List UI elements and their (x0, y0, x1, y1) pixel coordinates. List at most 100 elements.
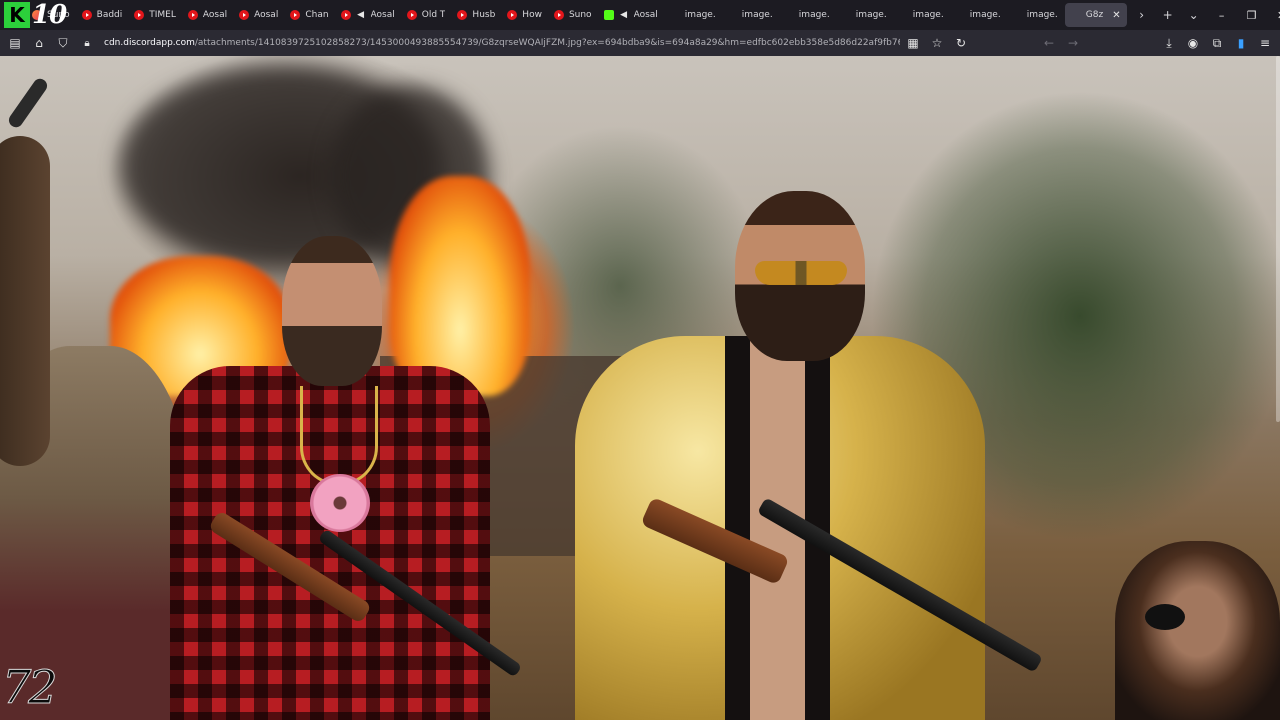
kick-icon (603, 10, 614, 20)
browser-tab[interactable]: Aosal (182, 0, 233, 30)
browser-tab[interactable]: image.png (1006, 0, 1063, 30)
rifle (6, 76, 50, 130)
browser-tab[interactable]: image.png (721, 0, 778, 30)
tab-title: image.png (798, 10, 829, 20)
reader-view-icon[interactable]: ▦ (902, 32, 924, 54)
url-path: /attachments/1410839725102858273/1453000… (194, 38, 900, 48)
tab-favicon-icon (1012, 10, 1022, 20)
tab-favicon-icon (1071, 10, 1081, 20)
tab-title: image.png (1026, 10, 1057, 20)
extensions-icon[interactable]: ⧉ (1206, 32, 1228, 54)
youtube-icon (457, 10, 468, 20)
browser-tab[interactable]: Baddi (76, 0, 129, 30)
sidebar-icon[interactable]: ▤ (4, 32, 26, 54)
tab-title: Suno (568, 10, 592, 20)
browser-tab[interactable]: image.png (778, 0, 835, 30)
browser-tab[interactable]: Aosal (233, 0, 284, 30)
browser-tab[interactable]: Chan (284, 0, 334, 30)
tab-title: Chan (305, 10, 329, 20)
tab-scroll-right-button[interactable]: › (1129, 0, 1155, 30)
browser-tab[interactable]: ◀ Aosal (598, 0, 664, 30)
account-icon[interactable]: ◉ (1182, 32, 1204, 54)
tab-title: image.png (969, 10, 1000, 20)
browser-tab[interactable]: image.png (949, 0, 1006, 30)
speaker-icon[interactable]: ◀ (619, 10, 629, 20)
aviator-sunglasses (755, 261, 847, 285)
tab-favicon-icon (784, 10, 794, 20)
tab-title: image.png (855, 10, 886, 20)
youtube-icon (290, 10, 301, 20)
tab-list: Suno Baddi TIMEL Aosal Aosal Chan ◀ Aosal Old T H… (26, 0, 1129, 30)
browser-tab[interactable]: image.png (892, 0, 949, 30)
tab-favicon-icon (670, 10, 680, 20)
tracking-protection-shield-icon[interactable]: ⛉ (52, 32, 74, 54)
youtube-icon (406, 10, 417, 20)
close-tab-icon[interactable]: ✕ (1112, 10, 1120, 21)
browser-tab[interactable]: image.png (664, 0, 721, 30)
browser-tab[interactable]: TIMEL (128, 0, 182, 30)
browser-tab[interactable]: ◀ Aosal (335, 0, 401, 30)
stream-corner-number: 72 (2, 660, 59, 715)
tab-title: Aosal (370, 10, 395, 20)
kick-logo-icon: K (4, 2, 30, 28)
youtube-icon (134, 10, 145, 20)
eyepatch (1145, 604, 1185, 630)
home-icon[interactable]: ⌂ (28, 32, 50, 54)
tab-favicon-icon (898, 10, 908, 20)
browser-tab[interactable]: How (501, 0, 548, 30)
youtube-icon (507, 10, 518, 20)
browser-tab[interactable]: image.png (835, 0, 892, 30)
url-bar[interactable]: cdn.discordapp.com/attachments/141083972… (100, 32, 900, 54)
stream-logo-number: 10 (32, 0, 67, 30)
plaid-man-head (282, 236, 382, 386)
url-actions: ▦ ☆ ↻ (902, 32, 972, 54)
new-tab-button[interactable]: + (1155, 0, 1181, 30)
tab-title: image.png (684, 10, 715, 20)
youtube-icon (187, 10, 198, 20)
tab-title: image.png (741, 10, 772, 20)
youtube-icon (553, 10, 564, 20)
scrollbar[interactable] (1276, 56, 1280, 422)
tab-title: Aosal (254, 10, 279, 20)
reload-icon[interactable]: ↻ (950, 32, 972, 54)
tab-title: image.png (912, 10, 943, 20)
tab-title: TIMEL (149, 10, 176, 20)
tab-title: Old T (421, 10, 446, 20)
person-left-hair (0, 136, 50, 466)
tab-strip: ▣ SunoBaddiTIMELAosalAosalChan◀AosalOld … (0, 0, 1280, 30)
youtube-icon (239, 10, 250, 20)
donut-pendant (310, 474, 370, 532)
browser-tab[interactable]: Suno (548, 0, 598, 30)
browser-tab[interactable]: G8z ✕ (1064, 3, 1127, 27)
close-window-button[interactable]: ✕ (1267, 0, 1280, 30)
tab-title: Baddi (96, 10, 123, 20)
youtube-icon (340, 10, 351, 20)
nav-bar: ▤ ⌂ ⛉ 🔒︎ cdn.discordapp.com/attachments/… (0, 30, 1280, 56)
downloads-icon[interactable]: ⤓ (1158, 32, 1180, 54)
forward-arrow-icon[interactable]: → (1062, 32, 1084, 54)
tab-title: How (522, 10, 542, 20)
tab-title: Aosal (202, 10, 228, 20)
gold-robe-man (575, 336, 985, 720)
streamer-avatar (1115, 541, 1280, 720)
image-viewer[interactable]: 72 (0, 56, 1280, 720)
back-arrow-icon[interactable]: ← (1038, 32, 1060, 54)
list-all-tabs-button[interactable]: ⌄ (1181, 0, 1207, 30)
tab-title: G8z (1085, 10, 1104, 20)
tab-favicon-icon (841, 10, 851, 20)
minimize-button[interactable]: – (1207, 0, 1237, 30)
extension-badge-icon[interactable]: ▮ (1230, 32, 1252, 54)
restore-button[interactable]: ❐ (1237, 0, 1267, 30)
lock-icon[interactable]: 🔒︎ (76, 32, 98, 54)
bookmark-star-icon[interactable]: ☆ (926, 32, 948, 54)
youtube-icon (81, 10, 92, 20)
tab-favicon-icon (727, 10, 737, 20)
menu-icon[interactable]: ≡ (1254, 32, 1276, 54)
tab-favicon-icon (955, 10, 965, 20)
browser-tab[interactable]: Husb (451, 0, 501, 30)
gold-chain (300, 386, 378, 486)
tab-title: Aosal (633, 10, 658, 20)
url-domain: cdn.discordapp.com (104, 38, 195, 48)
speaker-icon[interactable]: ◀ (356, 10, 366, 20)
browser-tab[interactable]: Old T (401, 0, 452, 30)
